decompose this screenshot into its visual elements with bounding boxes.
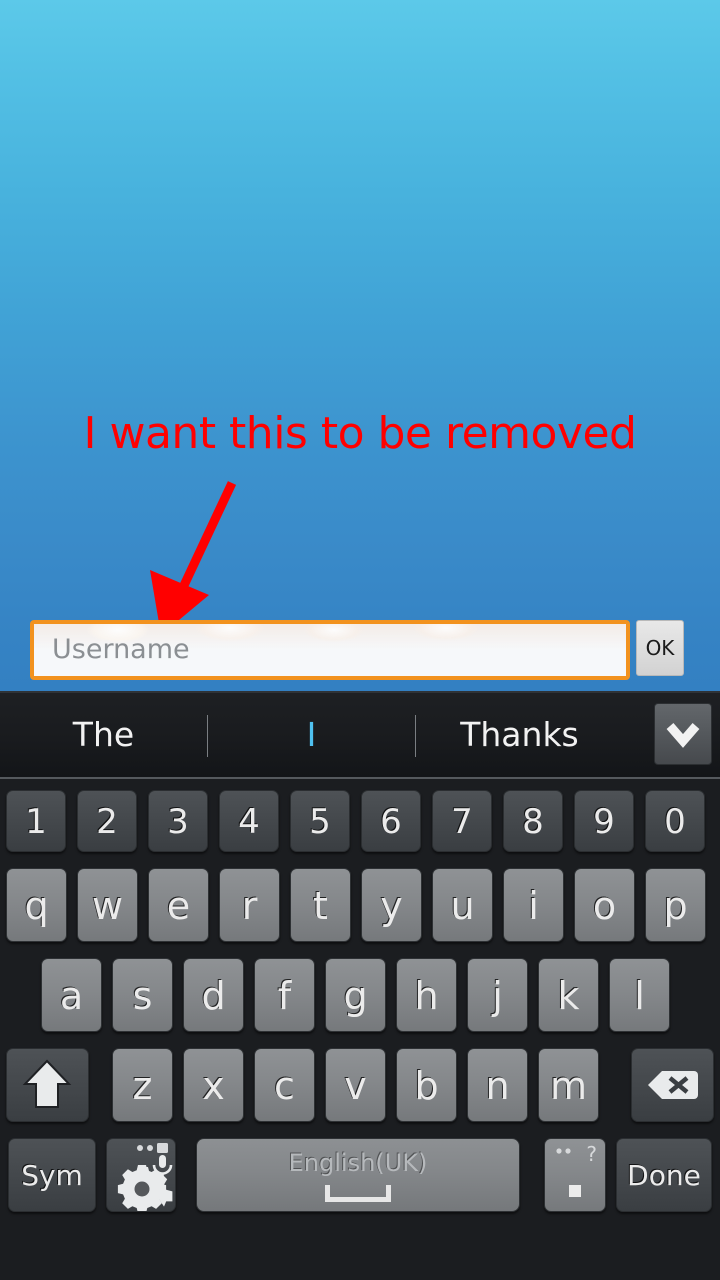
username-placeholder: Username — [52, 634, 190, 665]
key-d[interactable]: d — [183, 958, 244, 1032]
key-i[interactable]: i — [503, 868, 564, 942]
key-2[interactable]: 2 — [77, 790, 137, 852]
key-r[interactable]: r — [219, 868, 280, 942]
suggestion-expand-button[interactable] — [654, 703, 712, 765]
done-key[interactable]: Done — [616, 1138, 712, 1212]
keyboard-row-bottom: zxcvbnm — [0, 1048, 720, 1126]
username-input[interactable]: Username — [30, 620, 630, 680]
key-c[interactable]: c — [254, 1048, 315, 1122]
sym-key[interactable]: Sym — [8, 1138, 96, 1212]
keyboard-row-top: qwertyuiop — [0, 868, 720, 946]
key-6[interactable]: 6 — [361, 790, 421, 852]
key-x[interactable]: x — [183, 1048, 244, 1122]
key-o[interactable]: o — [574, 868, 635, 942]
key-y[interactable]: y — [361, 868, 422, 942]
keyboard-row-function: Sym English(UK) ? Done — [0, 1138, 720, 1216]
period-key-alt-label: ? — [586, 1142, 597, 1166]
period-key-dot-glyph — [569, 1185, 581, 1197]
space-key[interactable]: English(UK) — [196, 1138, 520, 1212]
key-8[interactable]: 8 — [503, 790, 563, 852]
key-g[interactable]: g — [325, 958, 386, 1032]
settings-key[interactable] — [106, 1138, 176, 1214]
username-input-row: Username — [0, 618, 720, 691]
key-q[interactable]: q — [6, 868, 67, 942]
key-j[interactable]: j — [467, 958, 528, 1032]
period-key[interactable]: ? — [544, 1138, 606, 1212]
key-v[interactable]: v — [325, 1048, 386, 1122]
key-b[interactable]: b — [396, 1048, 457, 1122]
key-7[interactable]: 7 — [432, 790, 492, 852]
key-0[interactable]: 0 — [645, 790, 705, 852]
suggestion-item-1[interactable]: I — [208, 693, 415, 777]
key-m[interactable]: m — [538, 1048, 599, 1122]
key-e[interactable]: e — [148, 868, 209, 942]
phone-screen: I want this to be removed Username OK Th… — [0, 0, 720, 1280]
key-z[interactable]: z — [112, 1048, 173, 1122]
key-n[interactable]: n — [467, 1048, 528, 1122]
key-4[interactable]: 4 — [219, 790, 279, 852]
suggestion-item-0[interactable]: The — [0, 693, 207, 777]
backspace-key[interactable] — [631, 1048, 714, 1122]
annotation-text: I want this to be removed — [83, 408, 637, 459]
soft-keyboard: The I Thanks 1234567890 qwertyuiop asdfg… — [0, 691, 720, 1280]
ok-button[interactable]: OK — [636, 620, 684, 676]
key-w[interactable]: w — [77, 868, 138, 942]
down-arrow-icon — [150, 481, 237, 635]
chevron-down-icon — [666, 723, 700, 748]
key-k[interactable]: k — [538, 958, 599, 1032]
key-p[interactable]: p — [645, 868, 706, 942]
key-3[interactable]: 3 — [148, 790, 208, 852]
space-key-language-label: English(UK) — [288, 1149, 428, 1177]
keyboard-row-home: asdfghjkl — [0, 958, 720, 1036]
key-h[interactable]: h — [396, 958, 457, 1032]
key-u[interactable]: u — [432, 868, 493, 942]
key-9[interactable]: 9 — [574, 790, 634, 852]
key-l[interactable]: l — [609, 958, 670, 1032]
backspace-icon — [648, 1071, 698, 1099]
suggestion-item-2[interactable]: Thanks — [416, 693, 623, 777]
suggestion-bar: The I Thanks — [0, 693, 720, 779]
key-s[interactable]: s — [112, 958, 173, 1032]
key-1[interactable]: 1 — [6, 790, 66, 852]
key-a[interactable]: a — [41, 958, 102, 1032]
key-f[interactable]: f — [254, 958, 315, 1032]
period-key-dots-icon — [556, 1148, 571, 1154]
shift-arrow-icon — [22, 1059, 72, 1108]
gear-mic-icon — [107, 1139, 173, 1214]
wallpaper-background — [0, 0, 720, 691]
shift-key[interactable] — [6, 1048, 89, 1122]
keyboard-row-numbers: 1234567890 — [0, 790, 720, 856]
space-glyph-icon — [325, 1185, 391, 1202]
key-t[interactable]: t — [290, 868, 351, 942]
key-5[interactable]: 5 — [290, 790, 350, 852]
